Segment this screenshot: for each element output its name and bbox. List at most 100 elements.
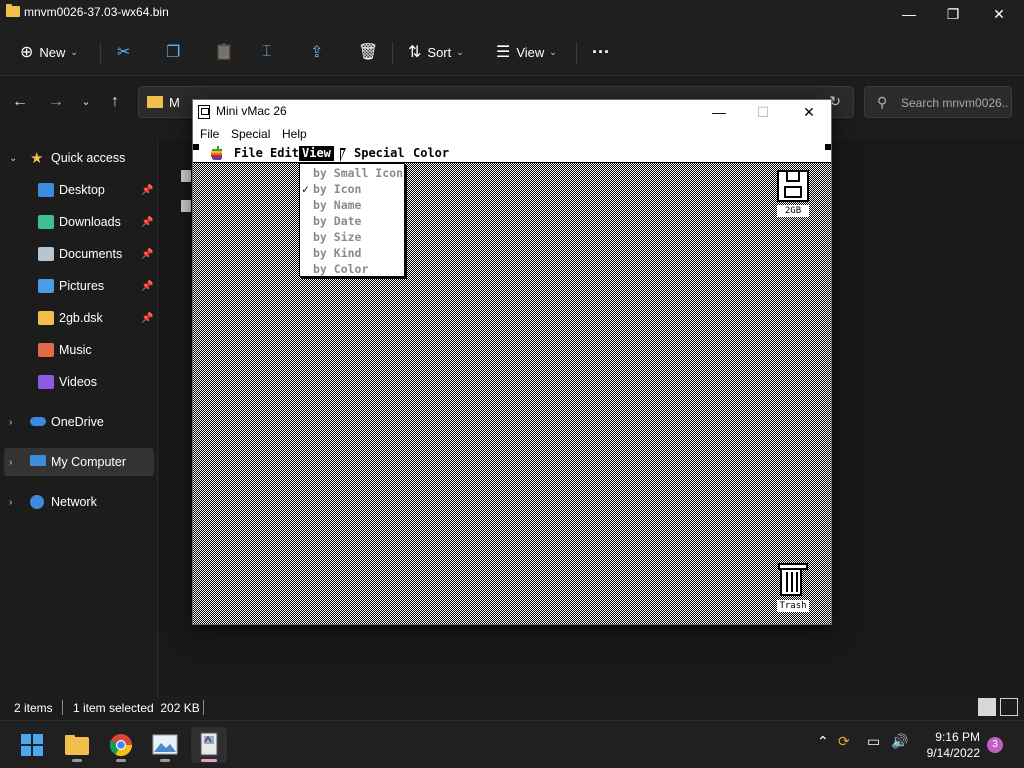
up-arrow-icon[interactable]: ↑ <box>105 92 125 112</box>
paste-button[interactable]: 📋 <box>214 38 240 66</box>
pin-icon[interactable]: 📌 <box>141 281 153 292</box>
star-icon: ★ <box>30 150 44 167</box>
disk-label-area <box>784 186 802 198</box>
details-view-button[interactable] <box>978 698 996 716</box>
sidebar-item-onedrive[interactable]: › OneDrive <box>0 408 156 436</box>
view-menu-item[interactable]: by Size <box>300 229 404 245</box>
sort-button[interactable]: ⇅ Sort ⌄ <box>408 38 464 66</box>
taskbar-photos[interactable] <box>147 727 183 763</box>
forward-arrow-icon[interactable]: → <box>46 92 66 112</box>
view-menu-item[interactable]: by Date <box>300 213 404 229</box>
sidebar-item-pictures[interactable]: Pictures 📌 <box>0 272 156 300</box>
sidebar-item-2gb-dsk[interactable]: 2gb.dsk 📌 <box>0 304 156 332</box>
search-input[interactable] <box>901 93 1009 113</box>
chevron-right-icon[interactable]: › <box>9 457 19 468</box>
clock[interactable]: 9:16 PM 9/14/2022 <box>918 729 980 761</box>
disk-name-label[interactable]: 2GB <box>777 205 809 217</box>
chevron-down-icon[interactable]: ⌄ <box>9 153 19 164</box>
restore-button[interactable]: ❐ <box>930 0 976 28</box>
file-item[interactable] <box>181 170 191 182</box>
sidebar-item-my-computer[interactable]: › My Computer <box>4 448 154 476</box>
mac-menu-color[interactable]: Color <box>410 146 452 161</box>
new-button[interactable]: ⊕ New ⌄ <box>20 38 78 66</box>
taskbar-file-explorer[interactable] <box>59 727 95 763</box>
chevron-right-icon[interactable]: › <box>9 497 19 508</box>
sidebar-item-label: Quick access <box>51 151 126 165</box>
vmac-close-button[interactable]: ✕ <box>787 100 831 124</box>
mac-menu-special[interactable]: Special <box>351 146 408 161</box>
mac-menu-edit[interactable]: Edit <box>267 146 302 161</box>
folder-icon <box>65 735 89 755</box>
sidebar-item-network[interactable]: › Network <box>0 488 156 516</box>
sidebar-item-documents[interactable]: Documents 📌 <box>0 240 156 268</box>
mac-menu-view[interactable]: View <box>299 146 334 161</box>
chevron-down-icon: ⌄ <box>456 46 464 57</box>
view-menu-item[interactable]: by Color <box>300 261 404 277</box>
view-menu-item[interactable]: by Name <box>300 197 404 213</box>
trash-stripe <box>786 572 788 592</box>
breadcrumb[interactable]: M <box>169 95 180 110</box>
recent-locations-icon[interactable]: ⌄ <box>76 92 96 112</box>
sync-icon[interactable]: ⟳ <box>838 733 850 750</box>
vmac-menu-file[interactable]: File <box>200 127 219 141</box>
show-hidden-icons-icon[interactable]: ⌃ <box>817 733 829 750</box>
taskbar-mini-vmac[interactable] <box>191 727 227 763</box>
pin-icon[interactable]: 📌 <box>141 217 153 228</box>
back-arrow-icon[interactable]: ← <box>10 92 30 112</box>
sidebar-item-label: My Computer <box>51 455 127 469</box>
sidebar-item-quick-access[interactable]: ⌄ ★ Quick access <box>0 144 156 172</box>
search-box[interactable]: ⚲ <box>864 86 1012 118</box>
scissors-icon: ✂ <box>117 44 131 61</box>
view-button[interactable]: ☰ View ⌄ <box>496 38 557 66</box>
notification-badge[interactable]: 3 <box>987 737 1003 753</box>
mini-vmac-window: Mini vMac 26 — ☐ ✕ File Special Help Fil… <box>192 99 832 625</box>
vmac-menu-special[interactable]: Special <box>231 127 270 141</box>
trash-label[interactable]: Trash <box>777 600 809 612</box>
sidebar-item-videos[interactable]: Videos <box>0 368 156 396</box>
pin-icon[interactable]: 📌 <box>141 313 153 324</box>
tiles-view-button[interactable] <box>1000 698 1018 716</box>
minimize-button[interactable]: — <box>886 0 932 28</box>
windows-logo-icon <box>21 734 43 756</box>
sidebar-item-downloads[interactable]: Downloads 📌 <box>0 208 156 236</box>
vmac-menu-help[interactable]: Help <box>282 127 307 141</box>
copy-button[interactable]: ❐ <box>166 38 186 66</box>
plus-circle-icon: ⊕ <box>20 44 34 61</box>
chevron-right-icon[interactable]: › <box>9 417 19 428</box>
view-menu-item[interactable]: by Kind <box>300 245 404 261</box>
explorer-title-bar: mnvm0026-37.03-wx64.bin — ❐ ✕ <box>0 0 1024 28</box>
mac-desktop[interactable]: File Edit View Special Color by Small Ic… <box>193 144 831 624</box>
volume-icon[interactable]: 🔊 <box>891 733 908 750</box>
pin-icon[interactable]: 📌 <box>141 185 153 196</box>
screen-corner <box>193 144 199 150</box>
rename-button[interactable]: ⌶ <box>262 38 278 66</box>
network-status-icon[interactable]: ▭ <box>867 733 880 750</box>
mac-app-icon <box>198 105 210 119</box>
more-options-button[interactable]: ··· <box>592 38 610 66</box>
sidebar-item-desktop[interactable]: Desktop 📌 <box>0 176 156 204</box>
cut-button[interactable]: ✂ <box>117 38 136 66</box>
video-icon <box>38 375 54 389</box>
vmac-maximize-button[interactable]: ☐ <box>741 100 785 124</box>
pin-icon[interactable]: 📌 <box>141 249 153 260</box>
view-menu-item[interactable]: ✓ by Icon <box>300 181 404 197</box>
view-menu-item[interactable]: by Small Icon <box>300 165 404 181</box>
close-button[interactable]: ✕ <box>976 0 1022 28</box>
mac-menu-file[interactable]: File <box>231 146 266 161</box>
status-bar: 2 items 1 item selected 202 KB <box>0 696 1024 720</box>
floppy-disk-icon[interactable] <box>777 170 809 202</box>
sidebar-item-music[interactable]: Music <box>0 336 156 364</box>
apple-menu-icon[interactable] <box>211 146 223 160</box>
vmac-menu-bar: File Special Help <box>193 124 831 144</box>
share-button[interactable]: ⇪ <box>310 38 329 66</box>
start-button[interactable] <box>14 727 50 763</box>
picture-icon <box>152 734 178 755</box>
chrome-icon <box>110 734 132 756</box>
delete-button[interactable]: 🗑 <box>358 38 384 66</box>
vmac-minimize-button[interactable]: — <box>697 100 741 124</box>
view-menu-item-label: by Kind <box>313 246 362 260</box>
taskbar-chrome[interactable] <box>103 727 139 763</box>
music-icon <box>38 343 54 357</box>
trash-can-icon[interactable] <box>778 563 808 596</box>
file-item[interactable] <box>181 200 191 212</box>
